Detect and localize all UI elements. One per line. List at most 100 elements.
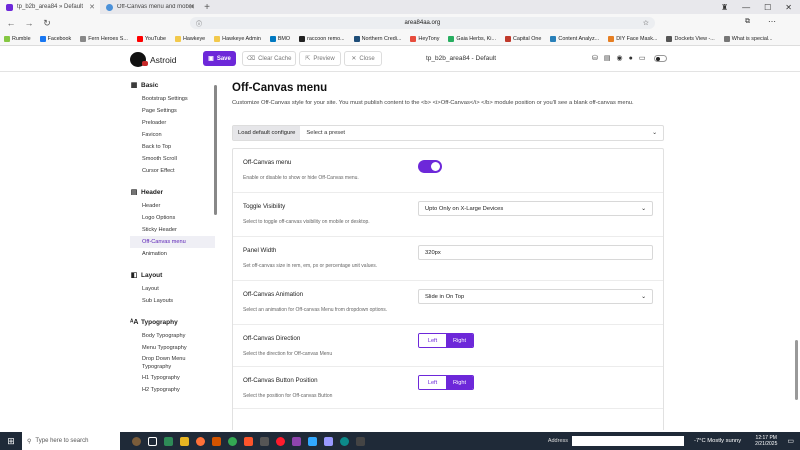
sidebar-item-animation[interactable]: Animation [130, 248, 215, 260]
forward-arrow-icon[interactable]: → [22, 18, 36, 28]
opera-icon[interactable] [276, 436, 285, 446]
option-left[interactable]: Left [419, 376, 446, 389]
file-explorer-icon[interactable] [180, 436, 189, 446]
maximize-icon[interactable]: ☐ [764, 3, 771, 12]
off-canvas-animation-select[interactable]: Slide in On Top ⌄ [418, 289, 653, 304]
address-toolbar-input[interactable] [572, 436, 685, 446]
bookmark-item[interactable]: Dockets View -... [666, 35, 715, 42]
bookmark-item[interactable]: YouTube [136, 35, 166, 42]
sidebar-item-sub-layouts[interactable]: Sub Layouts [130, 295, 215, 307]
chat-icon[interactable]: ▭ [639, 54, 646, 62]
bookmark-label: Content Analyz... [558, 35, 600, 42]
back-arrow-icon[interactable]: ← [4, 18, 18, 28]
dark-mode-toggle[interactable] [654, 54, 668, 62]
close-window-icon[interactable]: ✕ [785, 3, 792, 12]
sidebar-item-h1-typography[interactable]: H1 Typography [130, 372, 215, 384]
bookmark-item[interactable]: HeyTony [410, 35, 439, 42]
sidebar-item-body-typography[interactable]: Body Typography [130, 330, 215, 342]
close-label: Close [359, 55, 375, 62]
terminal-icon[interactable] [356, 436, 365, 446]
camera-icon[interactable] [260, 436, 269, 446]
bookmark-star-icon[interactable]: ☆ [643, 19, 649, 27]
photoshop-icon[interactable] [308, 436, 317, 446]
sidebar-item-bootstrap-settings[interactable]: Bootstrap Settings [130, 93, 215, 105]
sidebar-item-smooth-scroll[interactable]: Smooth Scroll [130, 153, 215, 165]
sidebar-item-back-to-top[interactable]: Back to Top [130, 141, 215, 153]
minimize-icon[interactable]: — [742, 3, 750, 12]
bookmark-item[interactable]: Hawkeye [175, 35, 205, 42]
bookmark-item[interactable]: Content Analyz... [550, 35, 600, 42]
panel-width-input[interactable]: 320px [418, 245, 653, 260]
preset-select[interactable]: Select a preset ⌄ [300, 130, 663, 136]
bookmark-item[interactable]: Rumble [4, 35, 31, 42]
close-tab-icon[interactable]: ✕ [89, 3, 95, 11]
bookmark-item[interactable]: BMO [269, 35, 290, 42]
browser-tab-docs[interactable]: Off-Canvas menu and mobile menu... ✕ [100, 0, 200, 14]
sidebar-item-sticky-header[interactable]: Sticky Header [130, 224, 215, 236]
close-tab-icon[interactable]: ✕ [189, 3, 195, 11]
sidebar-item-favicon[interactable]: Favicon [130, 129, 215, 141]
menu-dots-icon[interactable]: ⋯ [768, 17, 776, 26]
sidebar-item-layout[interactable]: Layout [130, 283, 215, 295]
chrome-icon[interactable] [228, 436, 237, 446]
book-icon[interactable]: ▤ [604, 54, 611, 62]
bookmark-item[interactable]: raccoon remo... [299, 35, 345, 42]
new-tab-button[interactable]: + [200, 2, 214, 13]
store-icon[interactable] [164, 436, 173, 446]
github-icon[interactable]: ● [629, 55, 633, 62]
sidebar-item-drop-down-menu-typography[interactable]: Drop Down Menu Typography [130, 354, 215, 372]
off-canvas-menu-toggle[interactable] [418, 160, 442, 173]
bookmark-item[interactable]: What is special... [723, 35, 773, 42]
bookmark-item[interactable]: Hawkeye Admin [214, 35, 261, 42]
app-icon[interactable] [292, 436, 301, 446]
sidebar-item-menu-typography[interactable]: Menu Typography [130, 342, 215, 354]
mail-icon[interactable] [212, 436, 221, 446]
sidebar-item-page-settings[interactable]: Page Settings [130, 105, 215, 117]
sidebar-item-off-canvas-menu[interactable]: Off-Canvas menu [130, 236, 215, 248]
sidebar-item-cursor-effect[interactable]: Cursor Effect [130, 165, 215, 177]
reload-icon[interactable]: ↻ [40, 18, 54, 29]
taskbar-search[interactable]: ⚲ Type here to search [22, 432, 120, 450]
url-field[interactable]: ⓘ area84aa.org ☆ [190, 17, 655, 29]
bookmark-item[interactable]: Northern Credi... [353, 35, 401, 42]
bookmark-item[interactable]: Facebook [39, 35, 71, 42]
close-button[interactable]: ✕ Close [344, 51, 382, 66]
weather-widget[interactable]: -7°C Mostly sunny [694, 438, 741, 444]
users-icon[interactable]: ◉ [617, 54, 623, 62]
bookmark-favicon-icon [448, 35, 455, 42]
bookmark-item[interactable]: Gaia Herbs, Ki... [448, 35, 496, 42]
sidebar-item-preloader[interactable]: Preloader [130, 117, 215, 129]
sidebar-item-header[interactable]: Header [130, 200, 215, 212]
save-label: Save [216, 55, 231, 62]
brave-icon[interactable] [244, 436, 253, 446]
edge-icon[interactable] [340, 436, 349, 446]
clear-cache-button[interactable]: ⌫ Clear Cache [242, 51, 296, 66]
site-title: tp_b2b_area84 - Default [426, 55, 497, 62]
sidebar-item-logo-options[interactable]: Logo Options [130, 212, 215, 224]
taskbar-clock[interactable]: 12:17 PM 2/21/2025 [755, 435, 777, 447]
bookmark-item[interactable]: Capital One [504, 35, 541, 42]
bookmark-item[interactable]: DIY Face Mask... [608, 35, 657, 42]
save-button[interactable]: ▣ Save [203, 51, 236, 66]
sidebar-scrollbar[interactable] [214, 85, 217, 215]
cortana-icon[interactable] [132, 436, 141, 446]
task-view-icon[interactable] [148, 436, 157, 446]
profile-icon[interactable]: ♜ [721, 3, 728, 12]
load-default-button[interactable]: Load default configure [233, 126, 301, 140]
notification-icon[interactable]: ▭ [787, 437, 794, 445]
bookmark-item[interactable]: Fern Heroes S... [80, 35, 128, 42]
firefox-icon[interactable] [196, 436, 205, 446]
sidebar-item-h2-typography[interactable]: H2 Typography [130, 384, 215, 396]
database-icon[interactable]: ⛁ [592, 54, 598, 62]
preview-button[interactable]: ⇱ Preview [299, 51, 341, 66]
premiere-icon[interactable] [324, 436, 333, 446]
chevron-down-icon: ⌄ [641, 293, 646, 300]
toggle-visibility-select[interactable]: Upto Only on X-Large Devices ⌄ [418, 201, 653, 216]
option-right[interactable]: Right [446, 376, 473, 389]
page-scrollbar[interactable] [795, 340, 798, 400]
windows-start-icon[interactable]: ⊞ [0, 436, 22, 447]
option-left[interactable]: Left [419, 334, 446, 347]
option-right[interactable]: Right [446, 334, 473, 347]
extensions-icon[interactable]: ⧉ [745, 18, 750, 26]
browser-tab-astroid[interactable]: tp_b2b_area84 » Default ✕ [0, 0, 100, 14]
